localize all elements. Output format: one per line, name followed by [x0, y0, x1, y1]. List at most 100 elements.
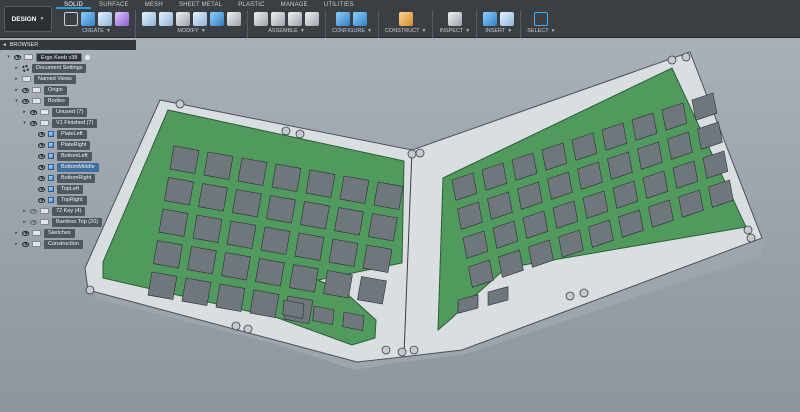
eye-icon[interactable]: [38, 186, 45, 192]
tab-solid[interactable]: SOLID: [56, 0, 92, 9]
expand-icon[interactable]: ▾: [14, 98, 19, 104]
eye-icon[interactable]: [22, 230, 29, 236]
eye-icon[interactable]: [30, 109, 37, 115]
eye-icon[interactable]: [14, 54, 21, 60]
group-create-menu[interactable]: CREATE ▼: [82, 28, 111, 34]
record-icon[interactable]: [85, 54, 91, 60]
configure-rule-icon[interactable]: [353, 11, 368, 26]
move-icon[interactable]: [227, 11, 241, 26]
expand-icon[interactable]: ▸: [22, 219, 27, 225]
tree-item-origin[interactable]: ▸ Origin: [14, 85, 67, 95]
measure-icon[interactable]: [447, 11, 462, 26]
combine-icon[interactable]: [210, 11, 224, 26]
eye-icon[interactable]: [30, 120, 37, 126]
switch-hole: [266, 195, 296, 224]
eye-icon[interactable]: [38, 131, 45, 137]
tree-item-sketches[interactable]: ▸ Sketches: [14, 228, 75, 238]
tree-item-construction[interactable]: ▸ Construction: [14, 239, 83, 249]
tree-item-bodies[interactable]: ▾ Bodies: [14, 96, 69, 106]
eye-icon[interactable]: [38, 175, 45, 181]
eye-icon[interactable]: [22, 98, 29, 104]
configure-table-icon[interactable]: [336, 11, 351, 26]
new-component-icon[interactable]: [254, 11, 268, 26]
insert-derive-icon[interactable]: [483, 11, 498, 26]
expand-icon[interactable]: ▾: [6, 54, 11, 60]
sketch-icon[interactable]: [64, 11, 78, 26]
body-icon: [48, 153, 54, 159]
tree-item-72-key[interactable]: ▸ 72 Key (4): [22, 206, 86, 216]
tab-utilities[interactable]: UTILITIES: [316, 0, 362, 9]
expand-icon[interactable]: ▸: [14, 65, 19, 71]
browser-header[interactable]: ◂ BROWSER: [0, 40, 136, 50]
group-configure-menu[interactable]: CONFIGURE ▼: [332, 28, 372, 34]
group-select-menu[interactable]: SELECT ▼: [527, 28, 555, 34]
tree-item-bottomright[interactable]: BottomRight: [38, 173, 96, 183]
as-built-joint-icon[interactable]: [288, 11, 302, 26]
eye-icon[interactable]: [38, 164, 45, 170]
switch-hole: [192, 214, 223, 243]
expand-icon[interactable]: ▸: [14, 87, 19, 93]
switch-hole: [323, 270, 353, 299]
eye-icon[interactable]: [38, 142, 45, 148]
tree-item-bamboo-top[interactable]: ▸ Bamboo Top (20): [22, 217, 103, 227]
eye-icon[interactable]: [22, 87, 29, 93]
tree-item-label: Unused (7): [52, 107, 88, 117]
tree-item-plateright[interactable]: PlateRight: [38, 140, 91, 150]
tree-item-label: Ergo Keeb v38: [36, 52, 83, 62]
body-icon: [48, 164, 54, 170]
switch-hole: [339, 175, 370, 204]
revolve-icon[interactable]: [98, 11, 112, 26]
ribbon-groups: CREATE ▼ MODIFY ▼ ASSEMBLE ▼ CONFIGURE ▼…: [58, 10, 562, 38]
extrude-icon[interactable]: [81, 11, 95, 26]
expand-icon[interactable]: ▸: [14, 241, 19, 247]
eye-icon[interactable]: [38, 197, 45, 203]
tab-sheet-metal[interactable]: SHEET METAL: [171, 0, 230, 9]
joint-icon[interactable]: [271, 11, 285, 26]
tab-mesh[interactable]: MESH: [137, 0, 171, 9]
group-insert: INSERT ▼: [477, 10, 522, 38]
folder-icon: [22, 76, 31, 82]
collapse-icon[interactable]: ◂: [3, 42, 6, 48]
tree-item-root[interactable]: ▾ Ergo Keeb v38: [6, 52, 91, 62]
switch-hole: [147, 271, 178, 300]
eye-icon[interactable]: [30, 219, 37, 225]
tree-item-bottomleft[interactable]: BottomLeft: [38, 151, 92, 161]
group-assemble-menu[interactable]: ASSEMBLE ▼: [268, 28, 305, 34]
expand-icon[interactable]: ▸: [22, 109, 27, 115]
tab-plastic[interactable]: PLASTIC: [230, 0, 272, 9]
group-inspect-menu[interactable]: INSPECT ▼: [439, 28, 470, 34]
tree-item-plateleft[interactable]: PlateLeft: [38, 129, 87, 139]
insert-image-icon[interactable]: [500, 11, 515, 26]
box-icon[interactable]: [115, 11, 129, 26]
group-modify-menu[interactable]: MODIFY ▼: [177, 28, 205, 34]
select-window-icon[interactable]: [534, 11, 549, 26]
workspace-switcher[interactable]: DESIGN ▼: [4, 6, 52, 32]
tree-item-bottommiddle[interactable]: BottomMiddle: [38, 162, 99, 172]
tree-item-topleft[interactable]: TopLeft: [38, 184, 84, 194]
tree-item-label: Bamboo Top (20): [52, 217, 103, 227]
tab-manage[interactable]: MANAGE: [273, 0, 316, 9]
expand-icon[interactable]: ▸: [14, 76, 19, 82]
tree-item-label: TopLeft: [57, 184, 84, 194]
eye-icon[interactable]: [22, 241, 29, 247]
expand-icon[interactable]: ▸: [14, 230, 19, 236]
tree-item-named-views[interactable]: ▸ Named Views: [14, 74, 76, 84]
tab-surface[interactable]: SURFACE: [91, 0, 137, 9]
tree-item-unused[interactable]: ▸ Unused (7): [22, 107, 88, 117]
expand-icon[interactable]: ▸: [22, 208, 27, 214]
offset-plane-icon[interactable]: [398, 11, 413, 26]
tree-item-v1-finished[interactable]: ▾ V1 Finished (7): [22, 118, 98, 128]
eye-icon[interactable]: [30, 208, 37, 214]
expand-icon[interactable]: ▾: [22, 120, 27, 126]
tree-item-topright[interactable]: TopRight: [38, 195, 87, 205]
motion-link-icon[interactable]: [305, 11, 319, 26]
tree-item-document-settings[interactable]: ▸ Document Settings: [14, 63, 87, 73]
switch-hole: [203, 151, 234, 180]
group-construct-menu[interactable]: CONSTRUCT ▼: [385, 28, 426, 34]
chamfer-icon[interactable]: [176, 11, 190, 26]
fillet-icon[interactable]: [159, 11, 173, 26]
shell-icon[interactable]: [193, 11, 207, 26]
eye-icon[interactable]: [38, 153, 45, 159]
group-insert-menu[interactable]: INSERT ▼: [485, 28, 512, 34]
press-pull-icon[interactable]: [142, 11, 156, 26]
